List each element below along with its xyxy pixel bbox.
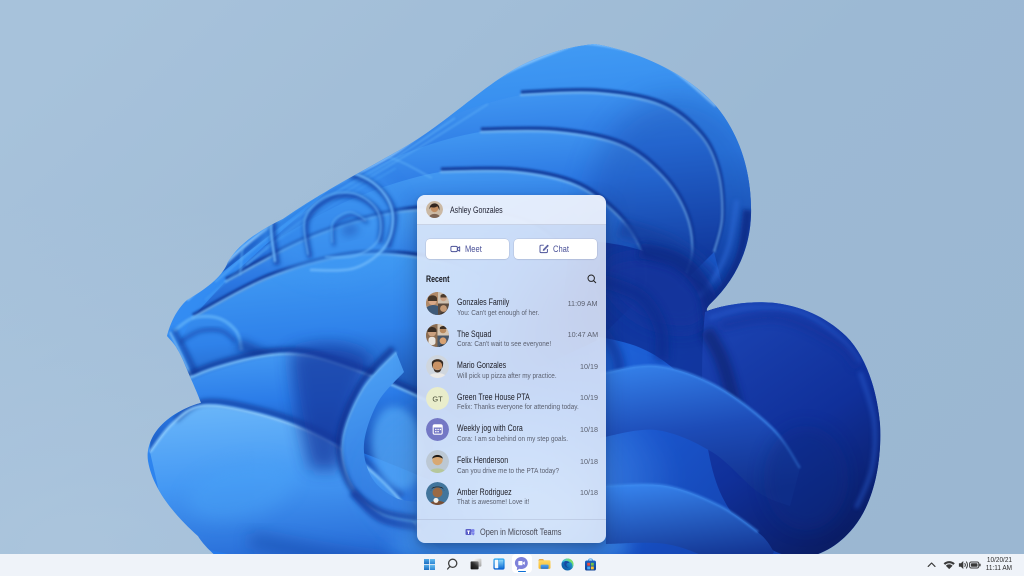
svg-text:GT: GT (432, 394, 443, 403)
